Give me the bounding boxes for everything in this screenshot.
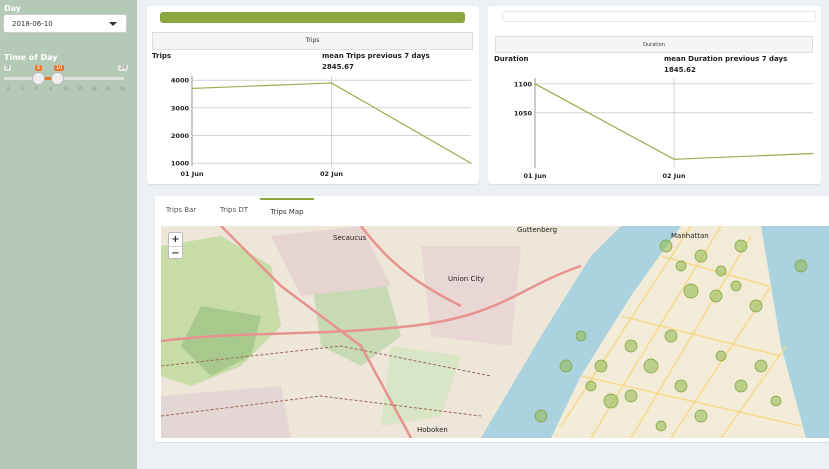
slider-from-label: 6 [35, 65, 43, 71]
map-place-hoboken: Hoboken [417, 426, 448, 434]
slider-ticks: 0 3 6 9 12 15 18 21 24 [4, 86, 126, 94]
time-of-day-slider[interactable]: 0 6 10 24 0 3 6 9 12 15 18 21 24 [4, 62, 129, 98]
map-place-secaucus: Secaucus [333, 234, 367, 242]
slider-tick-label: 3 [21, 86, 24, 91]
day-select[interactable]: 2018-06-10 [3, 14, 127, 33]
chevron-down-icon [109, 22, 117, 26]
trips-line-chart: 4000 3000 2000 1000 01 Jun 02 Jun [171, 76, 472, 178]
duration-data-point [673, 158, 675, 160]
slider-tick-label: 9 [49, 86, 52, 91]
tab-trips-dt[interactable]: Trips DT [210, 198, 258, 222]
duration-box: Duration Duration mean Duration previous… [488, 6, 821, 184]
duration-x-tick-label: 01 Jun [524, 172, 547, 180]
trips-box: Trips Trips mean Trips previous 7 days 2… [147, 6, 479, 184]
trips-y-tick-label: 3000 [171, 104, 190, 112]
zoom-out-button[interactable]: − [169, 246, 182, 259]
slider-tick-label: 0 [7, 86, 10, 91]
trips-data-point [191, 87, 193, 90]
duration-data-point [812, 152, 814, 155]
slider-handle-from[interactable] [32, 72, 45, 85]
duration-line-chart: 1100 1050 01 Jun 02 Jun [514, 78, 814, 180]
duration-x-tick-label: 02 Jun [663, 172, 686, 180]
map-tiles [161, 226, 829, 438]
trips-y-tick-label: 4000 [171, 77, 190, 85]
trips-y-tick-label: 1000 [171, 160, 190, 168]
slider-handle-to[interactable] [51, 72, 64, 85]
slider-tick-label: 12 [63, 86, 69, 91]
slider-to-label: 10 [54, 65, 65, 71]
slider-tick-label: 21 [105, 86, 111, 91]
slider-tick-label: 18 [91, 86, 97, 91]
slider-tick-label: 24 [120, 86, 126, 91]
trips-map[interactable]: Secaucus Union City Guttenberg Manhattan… [161, 226, 829, 438]
map-place-manhattan: Manhattan [671, 232, 709, 240]
duration-data-point [534, 83, 536, 85]
zoom-in-button[interactable]: + [169, 233, 182, 246]
slider-max-label: 24 [118, 65, 129, 71]
time-of-day-label: Time of Day [4, 53, 58, 62]
map-zoom-control: + − [168, 232, 183, 259]
trips-y-tick-label: 2000 [171, 132, 190, 140]
map-place-guttenberg: Guttenberg [517, 226, 558, 234]
slider-track[interactable] [4, 77, 124, 80]
slider-tick-label: 6 [35, 86, 38, 91]
tab-trips-bar[interactable]: Trips Bar [156, 198, 206, 222]
trips-x-tick-label: 02 Jun [320, 170, 343, 178]
day-select-value: 2018-06-10 [12, 20, 53, 28]
sidebar: Day 2018-06-10 Time of Day 0 6 10 24 0 3 6… [0, 0, 137, 469]
trips-data-point [470, 162, 472, 164]
trips-data-point [330, 82, 333, 84]
slider-min-label: 0 [4, 65, 12, 71]
trips-x-tick-label: 01 Jun [181, 170, 204, 178]
duration-y-tick-label: 1100 [514, 80, 533, 88]
tab-trips-map[interactable]: Trips Map [260, 198, 314, 222]
slider-tick-label: 15 [77, 86, 83, 91]
duration-y-tick-label: 1050 [514, 109, 533, 117]
day-label: Day [4, 4, 22, 13]
map-place-union-city: Union City [448, 275, 485, 283]
